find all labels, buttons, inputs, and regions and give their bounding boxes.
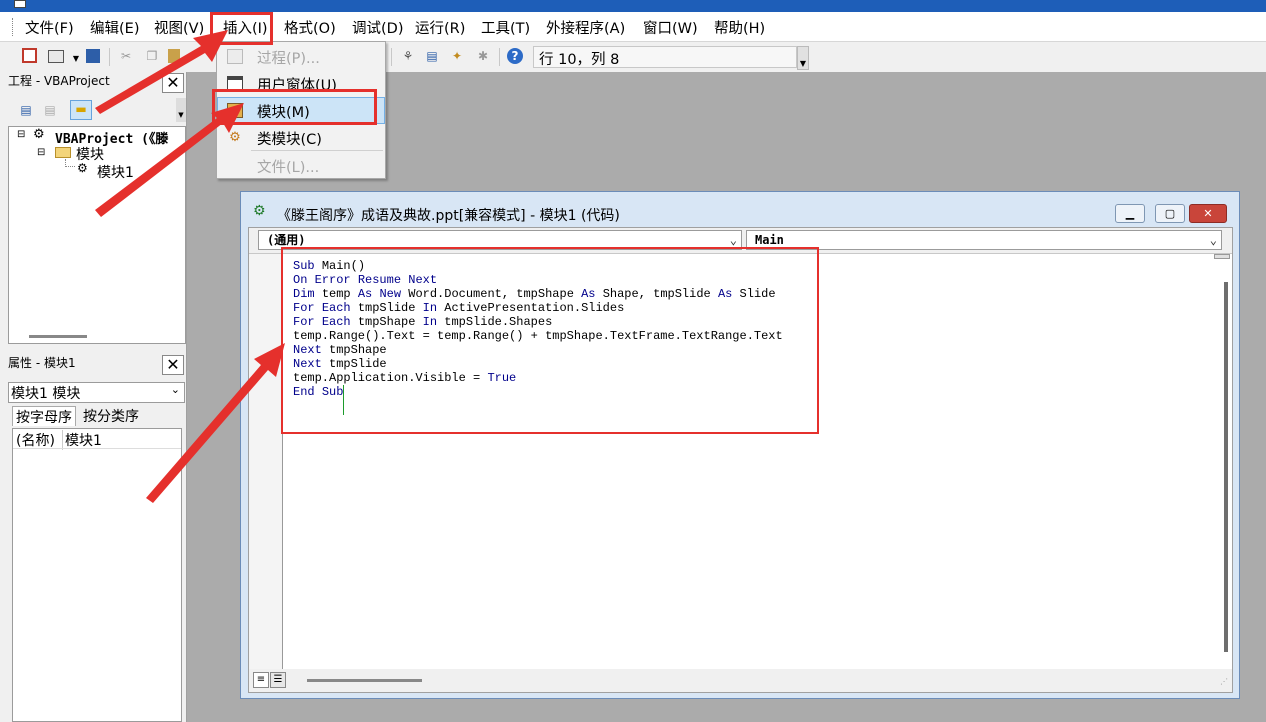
annotation-arrows xyxy=(95,30,285,503)
arrow-to-module-item xyxy=(95,103,244,217)
arrow-to-code xyxy=(146,343,285,503)
arrow-to-insert-menu xyxy=(95,30,228,114)
